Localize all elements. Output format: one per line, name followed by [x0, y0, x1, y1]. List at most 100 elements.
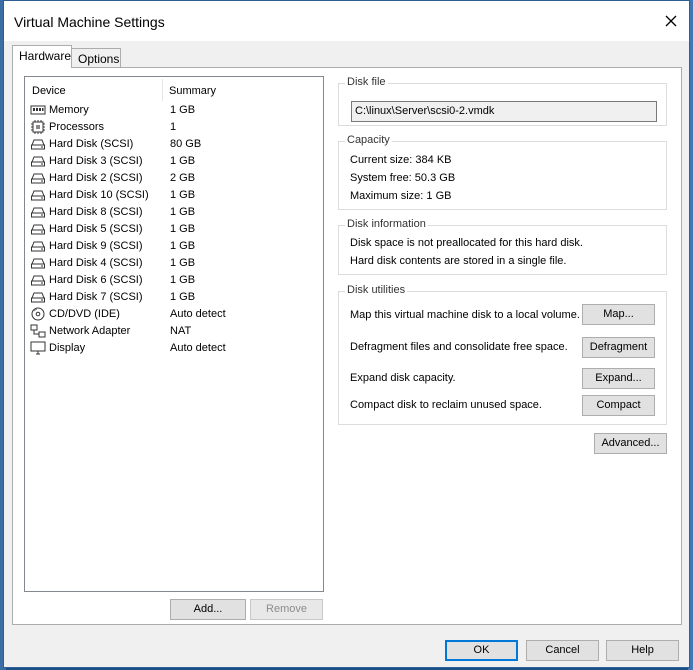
disk-utilities-title: Disk utilities: [345, 284, 408, 296]
hard-disk-icon: [30, 154, 46, 168]
disk-utilities-group: Disk utilities Map this virtual machine …: [338, 284, 667, 425]
device-list-header: Device Summary: [25, 77, 323, 101]
compact-button[interactable]: Compact: [582, 395, 655, 416]
current-size-text: Current size: 384 KB: [350, 154, 452, 166]
device-row[interactable]: Network Adapter NAT: [29, 323, 319, 340]
device-summary: 1: [170, 121, 177, 133]
device-name: Hard Disk 2 (SCSI): [49, 172, 143, 184]
device-name: Hard Disk (SCSI): [49, 138, 134, 150]
vm-settings-dialog: Virtual Machine Settings Hardware Option…: [3, 0, 690, 668]
device-summary: 1 GB: [170, 189, 196, 201]
tab-hardware[interactable]: Hardware: [12, 45, 72, 68]
disk-info-line-2: Hard disk contents are stored in a singl…: [350, 255, 567, 267]
column-header-summary[interactable]: Summary: [169, 85, 216, 97]
ok-button[interactable]: OK: [445, 640, 518, 661]
disk-information-title: Disk information: [345, 218, 428, 230]
hard-disk-icon: [30, 137, 46, 151]
device-summary: 1 GB: [170, 274, 196, 286]
hard-disk-icon: [30, 239, 46, 253]
device-name: Memory: [49, 104, 89, 116]
close-icon: [665, 15, 677, 27]
device-row[interactable]: Hard Disk 10 (SCSI) 1 GB: [29, 187, 319, 204]
disk-file-path-field[interactable]: C:\linux\Server\scsi0-2.vmdk: [351, 101, 657, 122]
hard-disk-icon: [30, 290, 46, 304]
capacity-group: Capacity Current size: 384 KB System fre…: [338, 134, 667, 210]
cd-dvd-icon: [30, 307, 46, 321]
device-row[interactable]: Hard Disk 2 (SCSI) 2 GB: [29, 170, 319, 187]
disk-information-group: Disk information Disk space is not preal…: [338, 218, 667, 275]
device-summary: 1 GB: [170, 206, 196, 218]
device-summary: 1 GB: [170, 155, 196, 167]
device-summary: 1 GB: [170, 240, 196, 252]
device-row[interactable]: Hard Disk 9 (SCSI) 1 GB: [29, 238, 319, 255]
device-row[interactable]: CD/DVD (IDE) Auto detect: [29, 306, 319, 323]
device-row[interactable]: Hard Disk 4 (SCSI) 1 GB: [29, 255, 319, 272]
device-summary: 2 GB: [170, 172, 196, 184]
device-summary: Auto detect: [170, 342, 226, 354]
help-button[interactable]: Help: [606, 640, 679, 661]
system-free-text: System free: 50.3 GB: [350, 172, 456, 184]
disk-file-group: Disk file C:\linux\Server\scsi0-2.vmdk: [338, 76, 667, 126]
hard-disk-icon: [30, 222, 46, 236]
device-summary: 1 GB: [170, 257, 196, 269]
tab-options[interactable]: Options: [71, 48, 121, 68]
device-name: Processors: [49, 121, 105, 133]
device-summary: 1 GB: [170, 104, 196, 116]
column-header-device[interactable]: Device: [32, 85, 66, 97]
window-title: Virtual Machine Settings: [14, 14, 165, 30]
add-device-button[interactable]: Add...: [170, 599, 246, 620]
close-button[interactable]: [663, 13, 679, 29]
device-summary: Auto detect: [170, 308, 226, 320]
device-row[interactable]: Processors 1: [29, 119, 319, 136]
maximum-size-text: Maximum size: 1 GB: [350, 190, 452, 202]
expand-description: Expand disk capacity.: [350, 372, 456, 384]
defragment-button[interactable]: Defragment: [582, 337, 655, 358]
hard-disk-icon: [30, 205, 46, 219]
defragment-description: Defragment files and consolidate free sp…: [350, 341, 568, 353]
column-divider[interactable]: [162, 79, 163, 101]
device-summary: 80 GB: [170, 138, 202, 150]
remove-device-button[interactable]: Remove: [250, 599, 323, 620]
device-name: Display: [49, 342, 86, 354]
device-row[interactable]: Hard Disk 6 (SCSI) 1 GB: [29, 272, 319, 289]
disk-file-title: Disk file: [345, 76, 388, 88]
device-name: Hard Disk 3 (SCSI): [49, 155, 143, 167]
device-summary: 1 GB: [170, 223, 196, 235]
device-summary: 1 GB: [170, 291, 196, 303]
memory-icon: [30, 103, 46, 117]
device-name: Hard Disk 6 (SCSI): [49, 274, 143, 286]
display-icon: [30, 341, 46, 355]
cancel-button[interactable]: Cancel: [526, 640, 599, 661]
disk-info-line-1: Disk space is not preallocated for this …: [350, 237, 583, 249]
processor-icon: [30, 120, 46, 134]
device-row[interactable]: Hard Disk (SCSI) 80 GB: [29, 136, 319, 153]
device-row[interactable]: Hard Disk 7 (SCSI) 1 GB: [29, 289, 319, 306]
device-name: Hard Disk 7 (SCSI): [49, 291, 143, 303]
capacity-title: Capacity: [345, 134, 392, 146]
compact-description: Compact disk to reclaim unused space.: [350, 399, 542, 411]
device-name: Hard Disk 8 (SCSI): [49, 206, 143, 218]
device-row[interactable]: Memory 1 GB: [29, 102, 319, 119]
hard-disk-icon: [30, 171, 46, 185]
device-name: CD/DVD (IDE): [49, 308, 120, 320]
device-name: Hard Disk 5 (SCSI): [49, 223, 143, 235]
device-name: Hard Disk 4 (SCSI): [49, 257, 143, 269]
hard-disk-icon: [30, 256, 46, 270]
device-name: Network Adapter: [49, 325, 131, 337]
network-adapter-icon: [30, 324, 46, 338]
device-row[interactable]: Hard Disk 3 (SCSI) 1 GB: [29, 153, 319, 170]
hard-disk-icon: [30, 188, 46, 202]
map-button[interactable]: Map...: [582, 304, 655, 325]
device-row[interactable]: Display Auto detect: [29, 340, 319, 357]
device-name: Hard Disk 10 (SCSI): [49, 189, 149, 201]
device-row[interactable]: Hard Disk 8 (SCSI) 1 GB: [29, 204, 319, 221]
device-row[interactable]: Hard Disk 5 (SCSI) 1 GB: [29, 221, 319, 238]
advanced-button[interactable]: Advanced...: [594, 433, 667, 454]
expand-button[interactable]: Expand...: [582, 368, 655, 389]
hard-disk-icon: [30, 273, 46, 287]
device-name: Hard Disk 9 (SCSI): [49, 240, 143, 252]
map-description: Map this virtual machine disk to a local…: [350, 309, 580, 321]
title-bar: Virtual Machine Settings: [4, 1, 689, 41]
device-summary: NAT: [170, 325, 192, 337]
device-list[interactable]: Device Summary Memory 1 GB Processors 1 Hard…: [24, 76, 324, 592]
